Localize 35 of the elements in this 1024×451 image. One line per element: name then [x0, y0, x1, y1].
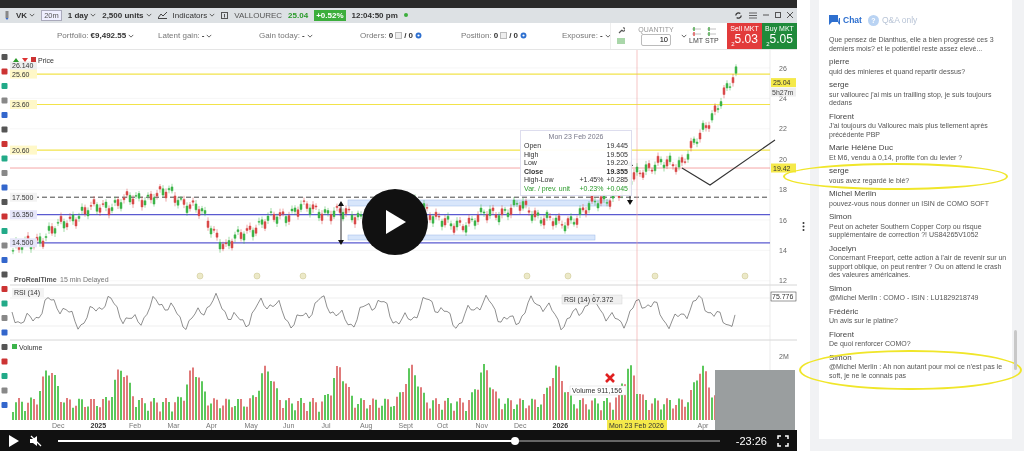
account-value: - [301, 31, 305, 41]
symbol-selector[interactable]: VK [16, 10, 28, 20]
indicators-menu[interactable]: Indicators [172, 10, 208, 20]
account-label: Position: [461, 31, 492, 41]
account-value: - [201, 31, 205, 41]
message-author: pierre [829, 57, 851, 68]
account-value: 0 [388, 31, 394, 41]
remaining-time: -23:26 [735, 434, 767, 447]
period-selector[interactable]: 1 day [67, 10, 89, 20]
message-author: Florent [829, 111, 855, 122]
account-label: Orders: [360, 31, 387, 41]
message-author: serge [829, 80, 850, 91]
message-author: Florent [829, 329, 855, 340]
message-author: Simon [829, 283, 853, 294]
account-total: / 0 [404, 31, 414, 41]
instrument-name: VALLOUREC [234, 10, 283, 20]
account-value: 0 [493, 31, 499, 41]
quote-time: 12:04:50 pm [351, 10, 398, 20]
account-label: Gain today: [259, 31, 300, 41]
message-author: Frédéric [829, 306, 860, 317]
message-author: Marie Hélène Duc [829, 143, 895, 154]
account-total: / 0 [509, 31, 519, 41]
account-label: Portfolio: [57, 31, 89, 41]
account-value: €9,492.55 [90, 31, 127, 41]
message-author: Simon [829, 212, 853, 223]
account-value: - [600, 31, 603, 41]
message-author: Jocelyn [829, 243, 858, 254]
chat-tab[interactable]: Chat [829, 15, 862, 25]
price-change: +0.52% [314, 9, 346, 21]
last-price: 25.04 [288, 10, 309, 20]
account-label: Latent gain: [158, 31, 200, 41]
message-author: serge [829, 166, 850, 177]
units-selector[interactable]: 2,500 units [102, 10, 144, 20]
account-label: Exposure: [562, 31, 599, 41]
message-author: Michel Merlin [829, 189, 878, 200]
